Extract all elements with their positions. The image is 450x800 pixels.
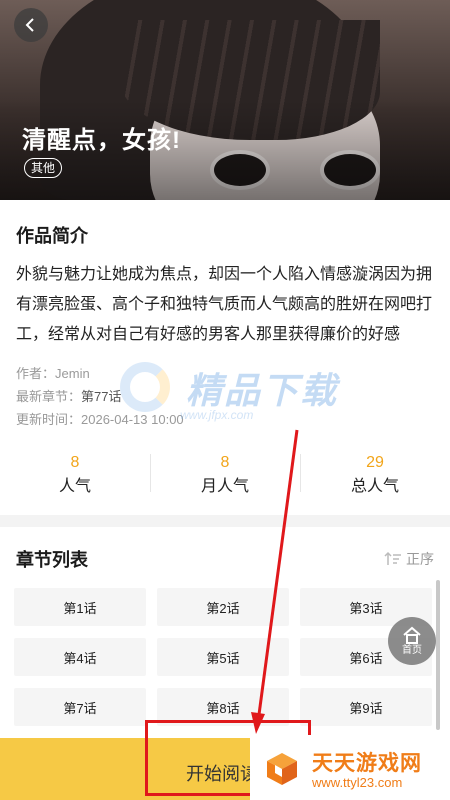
author-label: 作者： bbox=[16, 366, 56, 381]
sort-toggle[interactable]: 正序 bbox=[384, 549, 434, 569]
site-url: www.ttyl23.com bbox=[312, 775, 403, 790]
chapter-item[interactable]: 第4话 bbox=[14, 638, 146, 676]
watermark-text: 精品下载 bbox=[186, 370, 339, 411]
stat-number: 8 bbox=[220, 454, 230, 471]
back-arrow-icon bbox=[25, 18, 34, 32]
author-row: 作者：Jemin bbox=[16, 363, 90, 382]
book-title: 清醒点，女孩! bbox=[22, 127, 181, 154]
intro-text: 外貌与魅力让她成为焦点，却因一个人陷入情感漩涡因为拥有漂亮脸蛋、高个子和独特气质… bbox=[16, 266, 433, 343]
watermark: 精品下载 www.jfpx.com bbox=[120, 360, 380, 430]
stat-label: 月人气 bbox=[200, 478, 249, 495]
home-button[interactable]: 首页 bbox=[388, 617, 436, 665]
stat-monthly-popularity: 8 月人气 bbox=[150, 446, 300, 506]
watermark-url: www.jfpx.com bbox=[180, 408, 254, 422]
site-name: 天天游戏网 bbox=[312, 752, 422, 775]
chapter-list-heading: 章节列表 bbox=[16, 550, 88, 570]
cube-logo-icon bbox=[267, 753, 297, 785]
latest-chapter-value[interactable]: 第77话 bbox=[81, 389, 121, 404]
latest-chapter-row[interactable]: 最新章节：第77话 bbox=[16, 386, 121, 405]
site-logo: 天天游戏网 www.ttyl23.com bbox=[250, 735, 450, 800]
author-value: Jemin bbox=[55, 366, 90, 381]
stat-total-popularity: 29 总人气 bbox=[300, 446, 450, 506]
home-icon bbox=[403, 626, 421, 644]
stat-popularity: 8 人气 bbox=[0, 446, 150, 506]
stat-label: 人气 bbox=[58, 478, 91, 495]
watermark-logo-icon bbox=[120, 362, 170, 412]
latest-chapter-label: 最新章节： bbox=[16, 389, 82, 404]
cover-image bbox=[0, 0, 450, 200]
sort-label: 正序 bbox=[406, 551, 434, 567]
home-label: 首页 bbox=[402, 644, 422, 656]
stats-row: 8 人气 8 月人气 29 总人气 bbox=[0, 446, 450, 506]
stat-label: 总人气 bbox=[350, 478, 399, 495]
chapter-item[interactable]: 第7话 bbox=[14, 688, 146, 726]
genre-tag[interactable]: 其他 bbox=[24, 158, 63, 178]
back-button[interactable] bbox=[14, 8, 48, 42]
chapter-grid: 第1话 第2话 第3话 第4话 第5话 第6话 第7话 第8话 第9话 bbox=[14, 588, 434, 726]
chapter-item[interactable]: 第2话 bbox=[157, 588, 289, 626]
stat-number: 29 bbox=[366, 454, 384, 471]
scrollbar[interactable] bbox=[436, 580, 440, 730]
updated-label: 更新时间： bbox=[16, 412, 82, 427]
sort-icon bbox=[384, 551, 401, 565]
chapter-item[interactable]: 第5话 bbox=[157, 638, 289, 676]
stat-number: 8 bbox=[70, 454, 80, 471]
intro-heading: 作品简介 bbox=[16, 226, 88, 246]
chapter-item[interactable]: 第9话 bbox=[300, 688, 432, 726]
chapter-item[interactable]: 第1话 bbox=[14, 588, 146, 626]
section-divider bbox=[0, 515, 450, 527]
